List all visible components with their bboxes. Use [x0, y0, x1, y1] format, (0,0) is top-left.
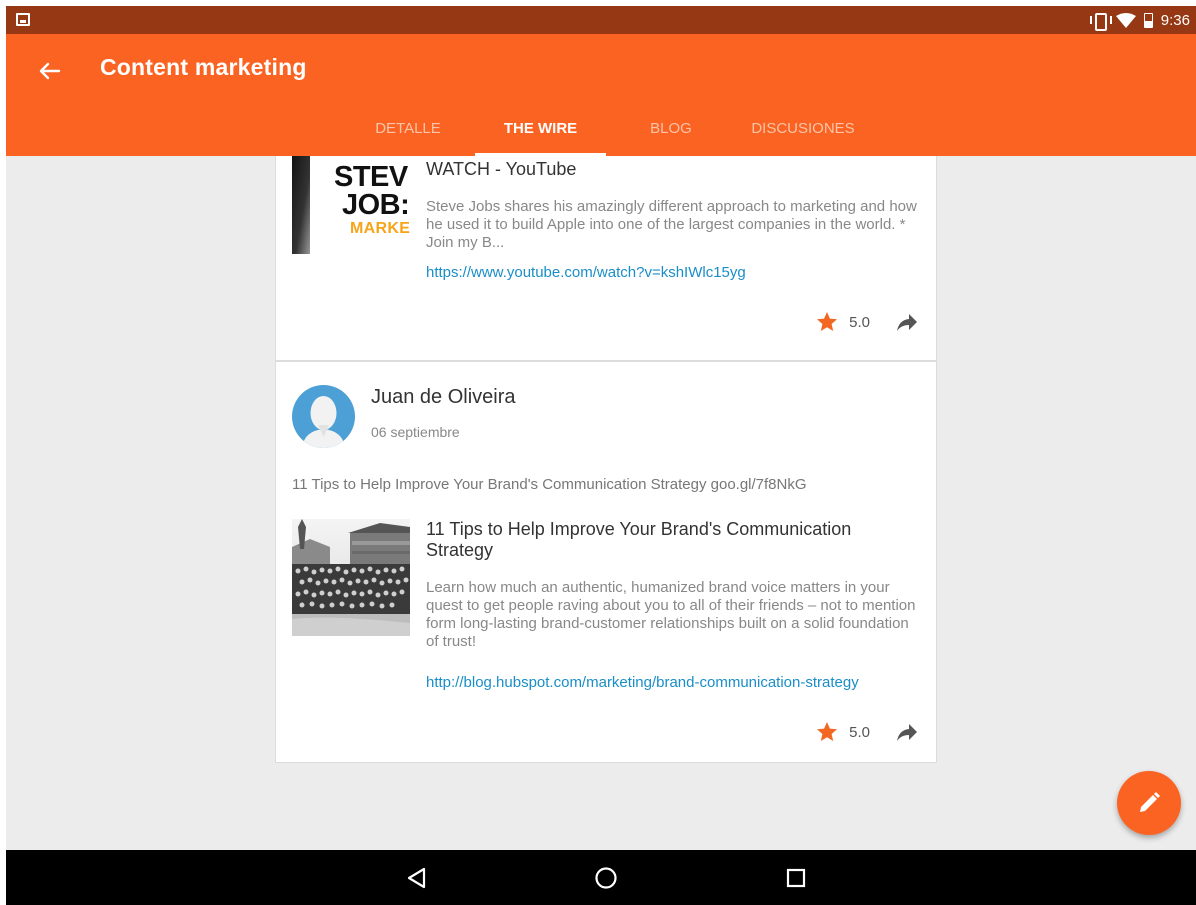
- recents-square-icon[interactable]: [784, 866, 808, 890]
- arrow-back-icon[interactable]: [34, 56, 64, 86]
- post-card: Juan de Oliveira 06 septiembre 11 Tips t…: [275, 361, 937, 763]
- share-icon[interactable]: [896, 312, 918, 332]
- status-time: 9:36: [1160, 11, 1190, 29]
- link-url[interactable]: https://www.youtube.com/watch?v=kshIWlc1…: [426, 264, 746, 281]
- tab-bar: DETALLE THE WIRE BLOG DISCUSIONES: [6, 112, 1196, 156]
- app-bar: Content marketing DETALLE THE WIRE BLOG …: [6, 34, 1196, 156]
- home-circle-icon[interactable]: [594, 866, 618, 890]
- image-notification-icon: [16, 13, 30, 26]
- post-text: 11 Tips to Help Improve Your Brand's Com…: [292, 476, 807, 493]
- avatar[interactable]: [292, 385, 355, 448]
- rating-value: 5.0: [849, 313, 870, 331]
- tab-blog[interactable]: BLOG: [641, 112, 701, 156]
- back-triangle-icon[interactable]: [406, 866, 428, 890]
- rating-value: 5.0: [849, 723, 870, 741]
- post-actions: 5.0: [815, 720, 918, 744]
- battery-icon: [1143, 12, 1153, 28]
- page-title: Content marketing: [100, 54, 307, 80]
- link-description: Learn how much an authentic, humanized b…: [426, 579, 916, 650]
- link-thumbnail[interactable]: [292, 519, 410, 636]
- star-icon[interactable]: [815, 720, 839, 744]
- wifi-icon: [1115, 12, 1136, 28]
- post-actions: 5.0: [815, 310, 918, 334]
- pencil-icon: [1140, 792, 1160, 812]
- feed[interactable]: STEV JOB: MARKETI WATCH - YouTube Steve …: [6, 156, 1196, 850]
- vibrate-icon: [1089, 13, 1112, 31]
- status-icons: 9:36: [1089, 6, 1190, 34]
- link-description: Steve Jobs shares his amazingly differen…: [426, 198, 917, 251]
- post-card: STEV JOB: MARKETI WATCH - YouTube Steve …: [275, 156, 937, 361]
- author-name[interactable]: Juan de Oliveira: [371, 386, 516, 409]
- star-icon[interactable]: [815, 310, 839, 334]
- status-bar: 9:36: [6, 6, 1196, 34]
- link-url[interactable]: http://blog.hubspot.com/marketing/brand-…: [426, 674, 859, 691]
- share-icon[interactable]: [896, 722, 918, 742]
- compose-button[interactable]: [1117, 771, 1181, 835]
- tab-discusiones[interactable]: DISCUSIONES: [744, 112, 862, 156]
- link-thumbnail[interactable]: STEV JOB: MARKETI: [292, 156, 410, 254]
- tab-detalle[interactable]: DETALLE: [366, 112, 450, 156]
- tab-the-wire[interactable]: THE WIRE: [475, 112, 606, 156]
- link-title[interactable]: 11 Tips to Help Improve Your Brand's Com…: [426, 519, 922, 561]
- system-nav-bar: [6, 850, 1196, 905]
- post-date: 06 septiembre: [371, 424, 460, 440]
- link-title[interactable]: WATCH - YouTube: [426, 159, 576, 180]
